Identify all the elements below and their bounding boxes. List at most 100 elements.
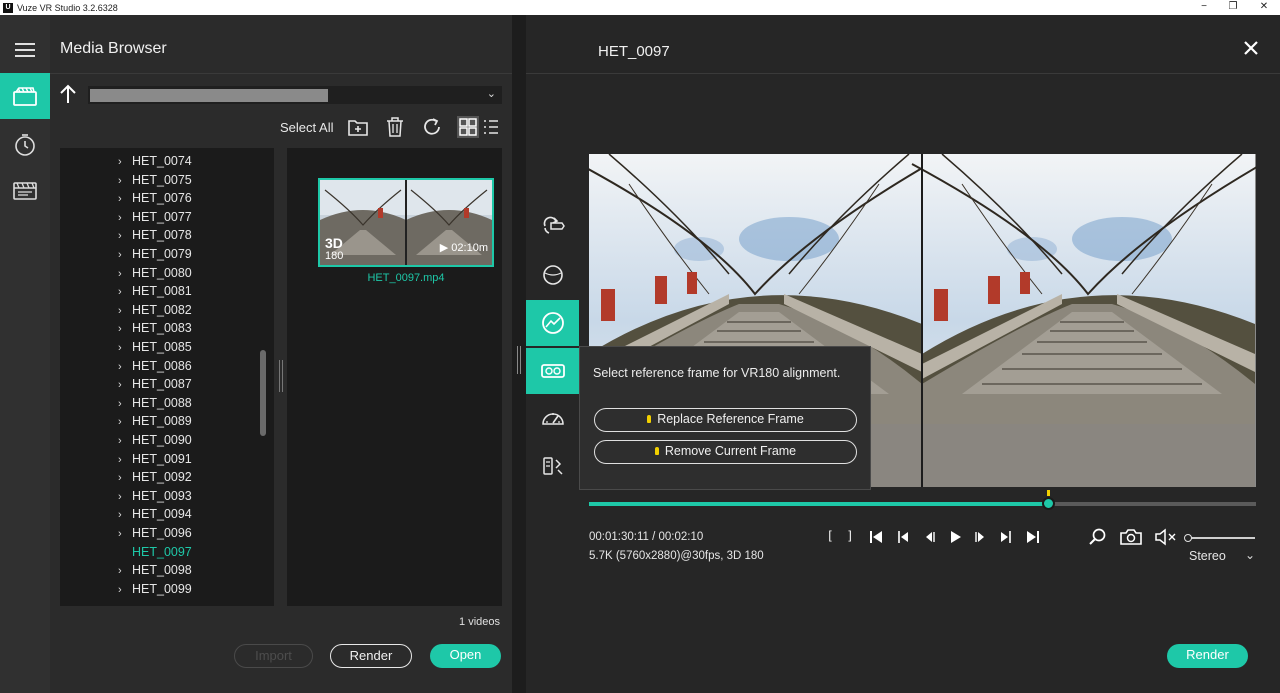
tree-item[interactable]: › HET_0077 (118, 208, 192, 226)
tree-item[interactable]: › HET_0086 (118, 357, 192, 375)
chevron-right-icon[interactable]: › (118, 358, 132, 376)
tree-item[interactable]: › HET_0081 (118, 282, 192, 300)
tool-horizon[interactable] (526, 300, 579, 346)
chevron-right-icon[interactable]: › (118, 395, 132, 413)
tree-item[interactable]: › HET_0088 (118, 394, 192, 412)
tree-item[interactable]: › HET_0080 (118, 264, 192, 282)
tool-sphere[interactable] (526, 252, 579, 298)
chevron-right-icon[interactable]: › (118, 246, 132, 264)
replace-reference-frame-button[interactable]: Replace Reference Frame (594, 408, 857, 432)
tree-item[interactable]: › HET_0087 (118, 375, 192, 393)
close-icon[interactable] (1242, 39, 1260, 57)
chevron-right-icon[interactable]: › (118, 265, 132, 283)
tree-item[interactable]: › HET_0075 (118, 171, 192, 189)
maximize-button[interactable]: ❐ (1219, 0, 1247, 15)
tree-item[interactable]: › HET_0093 (118, 487, 192, 505)
video-thumbnail[interactable]: 3D 180 ▶ 02:10m (318, 178, 494, 267)
chevron-right-icon[interactable]: › (118, 451, 132, 469)
go-to-mark-in-button[interactable] (868, 528, 884, 546)
trash-icon[interactable] (383, 115, 407, 139)
frame-back-button[interactable] (922, 528, 938, 546)
tree-scrollbar[interactable] (260, 350, 266, 436)
tree-item[interactable]: › HET_0082 (118, 301, 192, 319)
chevron-right-icon[interactable]: › (118, 506, 132, 524)
chevron-down-icon[interactable]: ⌄ (1245, 548, 1255, 562)
tree-item[interactable]: › HET_0083 (118, 319, 192, 337)
tool-vr180-alignment[interactable] (526, 348, 579, 394)
timeline-knob[interactable] (1041, 497, 1055, 510)
tree-item[interactable]: HET_0097 (118, 543, 192, 561)
playback-timeline[interactable] (589, 490, 1256, 510)
mark-out-button[interactable]: ] (845, 528, 855, 546)
chevron-right-icon[interactable]: › (118, 432, 132, 450)
remove-current-frame-button[interactable]: Remove Current Frame (594, 440, 857, 464)
select-all-button[interactable]: Select All (280, 120, 333, 135)
play-button[interactable] (947, 528, 963, 546)
chevron-right-icon[interactable]: › (118, 320, 132, 338)
tree-item[interactable]: › HET_0091 (118, 450, 192, 468)
chevron-right-icon[interactable]: › (118, 376, 132, 394)
nav-history[interactable] (0, 122, 50, 168)
up-arrow-icon[interactable] (58, 83, 78, 105)
viewer-render-button[interactable]: Render (1167, 644, 1248, 668)
nav-render-queue[interactable] (0, 168, 50, 214)
chevron-right-icon[interactable]: › (118, 227, 132, 245)
grid-view-icon[interactable] (456, 115, 480, 139)
import-button[interactable]: Import (234, 644, 313, 668)
mute-button[interactable] (1154, 528, 1180, 546)
snapshot-button[interactable] (1119, 528, 1143, 546)
pane-splitter[interactable] (278, 360, 284, 392)
tree-item[interactable]: › HET_0085 (118, 338, 192, 356)
render-button[interactable]: Render (330, 644, 412, 668)
tree-item[interactable]: › HET_0089 (118, 412, 192, 430)
window-close-button[interactable]: ✕ (1250, 0, 1278, 15)
chevron-right-icon[interactable]: › (118, 469, 132, 487)
next-frame-step-button[interactable] (998, 528, 1014, 546)
chevron-right-icon[interactable]: › (118, 153, 132, 171)
volume-slider[interactable] (1184, 534, 1255, 542)
chevron-right-icon[interactable]: › (118, 283, 132, 301)
chevron-right-icon[interactable]: › (118, 172, 132, 190)
tree-item[interactable]: › HET_0090 (118, 431, 192, 449)
refresh-icon[interactable] (420, 115, 444, 139)
tree-item[interactable]: › HET_0099 (118, 580, 192, 598)
tool-rotate[interactable] (526, 203, 579, 249)
open-button[interactable]: Open (430, 644, 501, 668)
tree-item[interactable]: › HET_0092 (118, 468, 192, 486)
stereo-mode-select[interactable]: Stereo (1189, 549, 1226, 563)
tool-color-adjust[interactable] (526, 443, 579, 489)
hamburger-menu-icon[interactable] (15, 43, 35, 57)
volume-knob[interactable] (1184, 534, 1192, 542)
tool-speed[interactable] (526, 396, 579, 442)
reference-frame-marker[interactable] (1046, 490, 1050, 496)
tree-item[interactable]: › HET_0074 (118, 152, 192, 170)
zoom-button[interactable] (1087, 528, 1107, 546)
tree-item[interactable]: › HET_0096 (118, 524, 192, 542)
chevron-right-icon[interactable]: › (118, 190, 132, 208)
thumbnail-filename[interactable]: HET_0097.mp4 (318, 272, 494, 284)
list-view-icon[interactable] (480, 115, 504, 139)
chevron-right-icon[interactable]: › (118, 413, 132, 431)
chevron-right-icon[interactable]: › (118, 562, 132, 580)
tree-item[interactable]: › HET_0098 (118, 561, 192, 579)
chevron-right-icon[interactable]: › (118, 525, 132, 543)
tree-item[interactable]: › HET_0076 (118, 189, 192, 207)
tree-item[interactable]: › HET_0078 (118, 226, 192, 244)
splitter-grip[interactable] (516, 346, 522, 374)
tree-item[interactable]: › HET_0079 (118, 245, 192, 263)
tree-item[interactable]: › HET_0094 (118, 505, 192, 523)
chevron-right-icon[interactable]: › (118, 339, 132, 357)
new-folder-icon[interactable] (346, 115, 370, 139)
mark-in-button[interactable]: [ (825, 528, 835, 546)
nav-media-browser[interactable] (0, 73, 58, 119)
chevron-right-icon[interactable]: › (118, 209, 132, 227)
chevron-right-icon[interactable]: › (118, 581, 132, 599)
chevron-right-icon[interactable]: › (118, 302, 132, 320)
frame-forward-button[interactable] (972, 528, 988, 546)
panel-splitter[interactable] (512, 15, 526, 693)
previous-frame-step-button[interactable] (895, 528, 911, 546)
path-dropdown[interactable]: ⌄ (88, 86, 502, 104)
go-to-mark-out-button[interactable] (1025, 528, 1041, 546)
chevron-right-icon[interactable]: › (118, 488, 132, 506)
minimize-button[interactable]: − (1190, 0, 1218, 15)
